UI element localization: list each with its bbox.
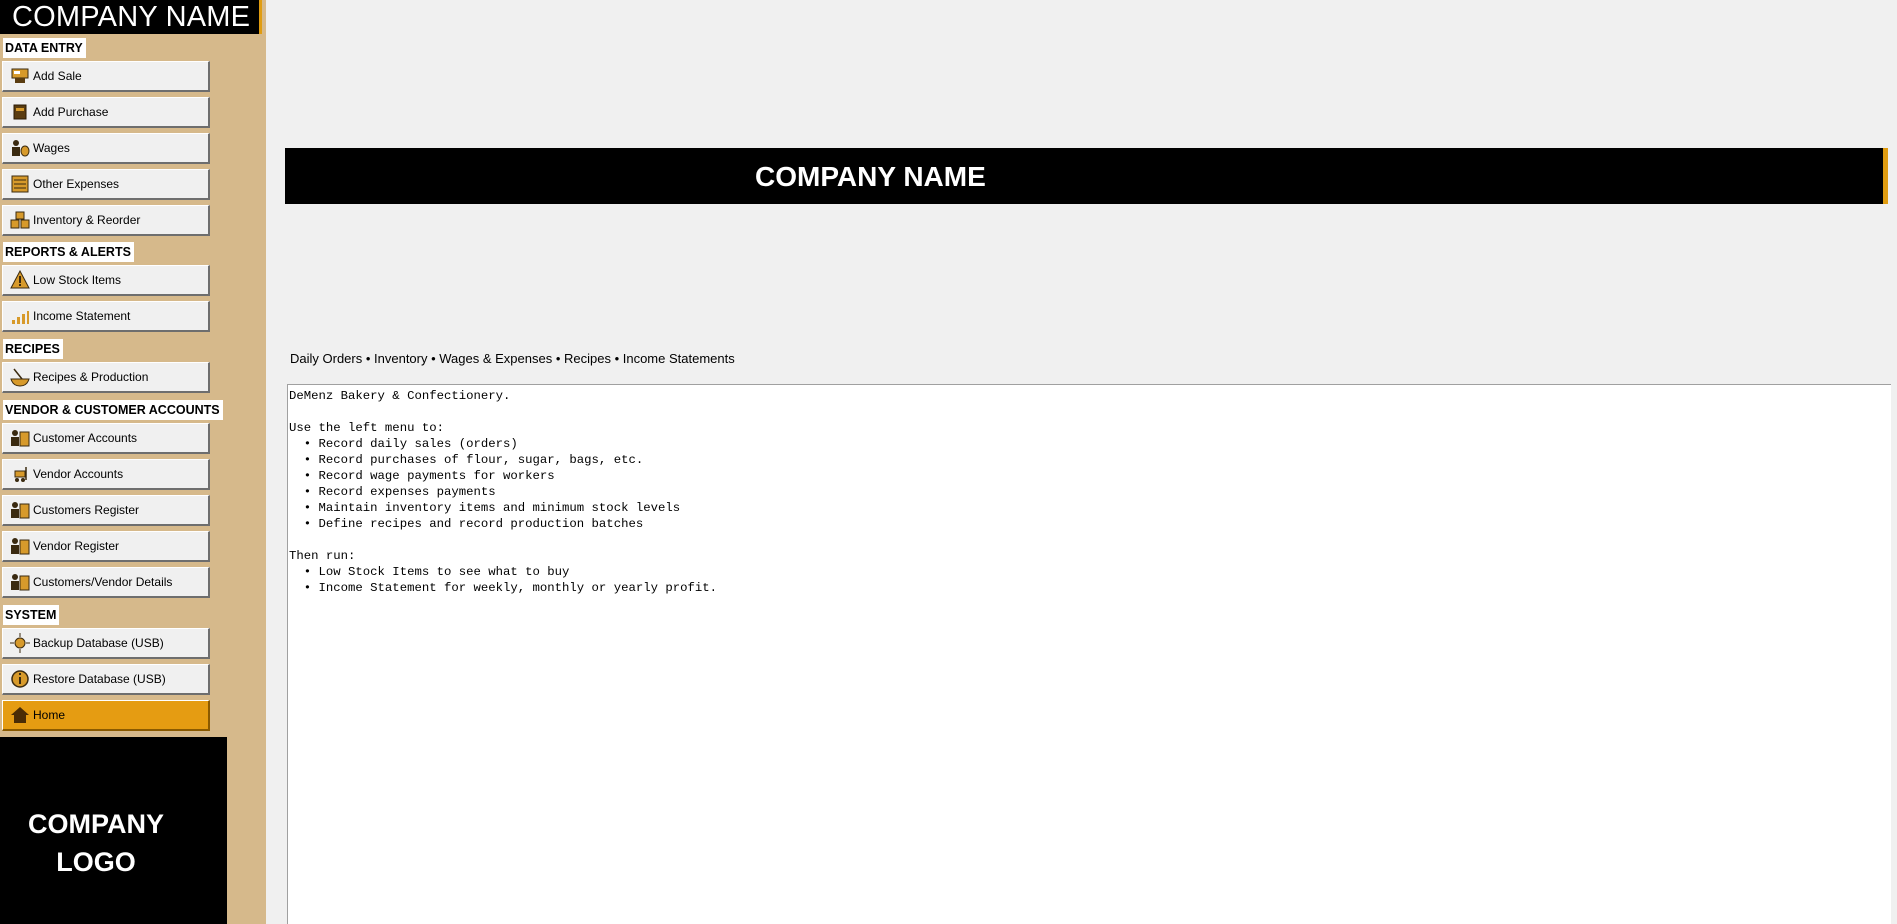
bar-chart-icon xyxy=(9,305,31,327)
person-ledger-icon xyxy=(9,427,31,449)
sidebar: COMPANY NAME DATA ENTRY Add Sale Add Pur… xyxy=(0,0,266,924)
recipes-production-label: Recipes & Production xyxy=(33,370,149,384)
header-banner: COMPANY NAME xyxy=(285,148,1888,204)
low-stock-items-label: Low Stock Items xyxy=(33,273,122,287)
feature-tagline: Daily Orders • Inventory • Wages & Expen… xyxy=(290,351,735,366)
logo-line-1: COMPANY xyxy=(27,809,164,839)
customers-register-label: Customers Register xyxy=(33,503,140,517)
home-button[interactable]: Home xyxy=(2,700,210,731)
customers-register-button[interactable]: Customers Register xyxy=(2,495,210,526)
home-icon xyxy=(9,704,31,726)
cash-register-icon xyxy=(9,65,31,87)
ledger-icon xyxy=(9,173,31,195)
customers-vendor-details-label: Customers/Vendor Details xyxy=(33,575,173,589)
person-ledger-icon xyxy=(9,499,31,521)
welcome-text-area[interactable]: DeMenz Bakery & Confectionery. Use the l… xyxy=(287,384,1891,924)
backup-database-button[interactable]: Backup Database (USB) xyxy=(2,628,210,659)
warning-icon xyxy=(9,269,31,291)
customers-vendor-details-button[interactable]: Customers/Vendor Details xyxy=(2,567,210,598)
other-expenses-label: Other Expenses xyxy=(33,177,120,191)
other-expenses-button[interactable]: Other Expenses xyxy=(2,169,210,200)
logo-line-2: LOGO xyxy=(56,847,136,877)
section-recipes: RECIPES xyxy=(3,339,63,359)
person-ledger-icon xyxy=(9,535,31,557)
header-company-name: COMPANY NAME xyxy=(755,161,986,192)
home-label: Home xyxy=(33,708,66,722)
worker-money-icon xyxy=(9,137,31,159)
boxes-icon xyxy=(9,209,31,231)
info-circle-icon xyxy=(9,668,31,690)
vendor-accounts-label: Vendor Accounts xyxy=(33,467,124,481)
vendor-accounts-button[interactable]: Vendor Accounts xyxy=(2,459,210,490)
person-ledger-icon xyxy=(9,571,31,593)
income-statement-label: Income Statement xyxy=(33,309,131,323)
wages-label: Wages xyxy=(33,141,70,155)
inventory-reorder-label: Inventory & Reorder xyxy=(33,213,141,227)
sun-disk-icon xyxy=(9,632,31,654)
section-system: SYSTEM xyxy=(3,605,60,625)
company-logo: COMPANY LOGO xyxy=(0,737,227,924)
recipes-production-button[interactable]: Recipes & Production xyxy=(2,362,210,393)
inventory-reorder-button[interactable]: Inventory & Reorder xyxy=(2,205,210,236)
income-statement-button[interactable]: Income Statement xyxy=(2,301,210,332)
section-vendor-customer-accounts: VENDOR & CUSTOMER ACCOUNTS xyxy=(3,400,223,420)
backup-database-label: Backup Database (USB) xyxy=(33,636,164,650)
welcome-text: DeMenz Bakery & Confectionery. Use the l… xyxy=(289,389,718,595)
restore-database-button[interactable]: Restore Database (USB) xyxy=(2,664,210,695)
add-sale-label: Add Sale xyxy=(33,69,82,83)
wages-button[interactable]: Wages xyxy=(2,133,210,164)
section-reports-alerts: REPORTS & ALERTS xyxy=(3,242,134,262)
section-data-entry: DATA ENTRY xyxy=(3,38,86,58)
mixing-bowl-icon xyxy=(9,366,31,388)
purchase-box-icon xyxy=(9,101,31,123)
customer-accounts-label: Customer Accounts xyxy=(33,431,138,445)
forklift-icon xyxy=(9,463,31,485)
low-stock-items-button[interactable]: Low Stock Items xyxy=(2,265,210,296)
add-sale-button[interactable]: Add Sale xyxy=(2,61,210,92)
add-purchase-button[interactable]: Add Purchase xyxy=(2,97,210,128)
sidebar-company-name: COMPANY NAME xyxy=(0,0,262,34)
vendor-register-label: Vendor Register xyxy=(33,539,120,553)
restore-database-label: Restore Database (USB) xyxy=(33,672,166,686)
customer-accounts-button[interactable]: Customer Accounts xyxy=(2,423,210,454)
vendor-register-button[interactable]: Vendor Register xyxy=(2,531,210,562)
add-purchase-label: Add Purchase xyxy=(33,105,109,119)
